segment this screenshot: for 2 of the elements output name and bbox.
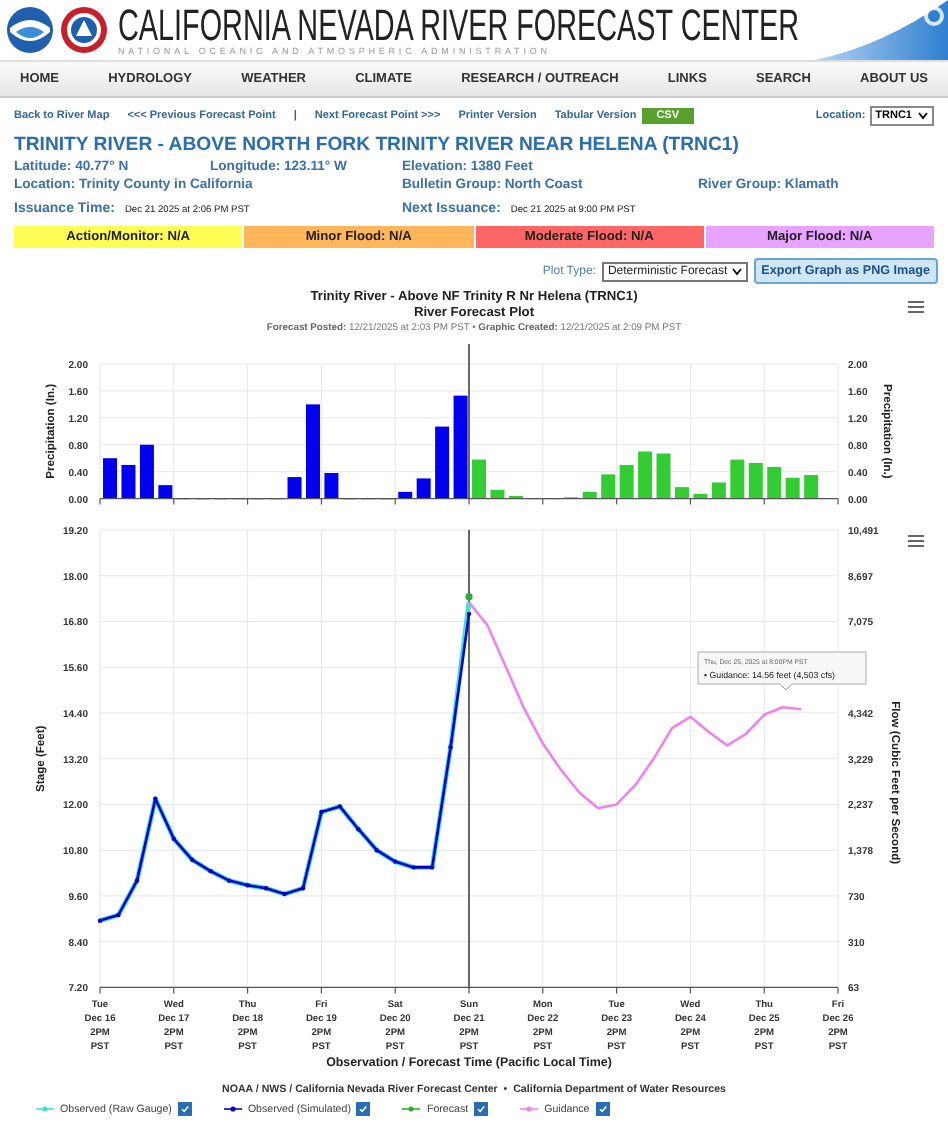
station-title: TRINITY RIVER - ABOVE NORTH FORK TRINITY RIVER NEAR HELENA (TRNC1): [12, 134, 741, 158]
site-title: CALIFORNIA NEVADA RIVER FORECAST CENTER: [118, 4, 800, 48]
